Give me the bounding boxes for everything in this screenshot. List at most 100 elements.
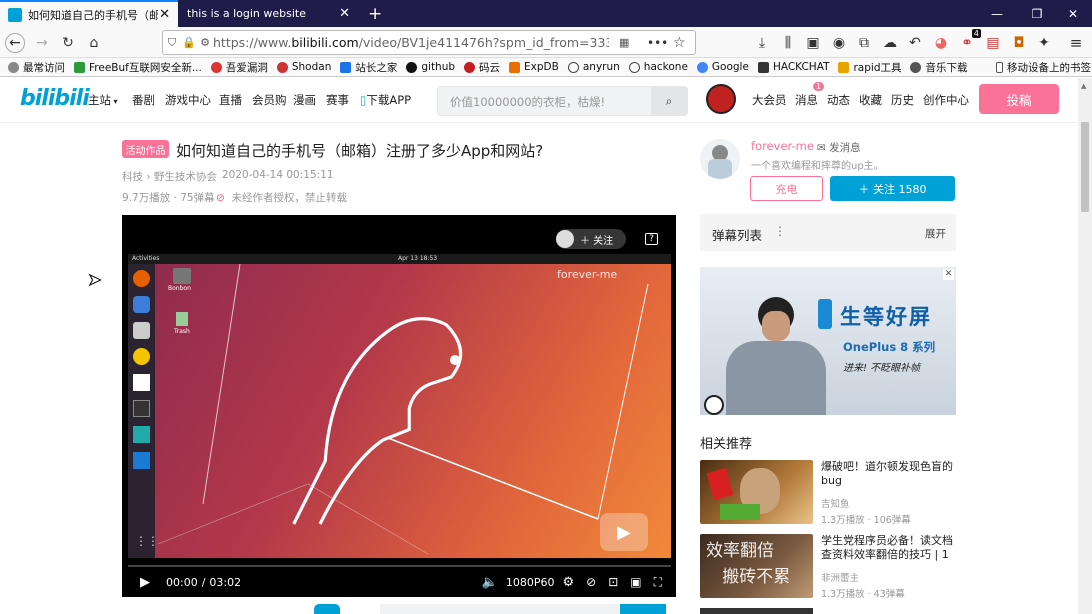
bookmark-star-icon[interactable]: ☆	[673, 35, 691, 51]
library-icon[interactable]: ⫼	[778, 33, 798, 53]
related-thumbnail[interactable]: 效率翻倍 搬砖不累	[700, 534, 813, 598]
tab-login[interactable]: this is a login website ✕	[179, 0, 358, 27]
nav-dynamics[interactable]: 动态	[827, 92, 850, 108]
url-text[interactable]: https://www.bilibili.com/video/BV1je4114…	[213, 35, 609, 50]
wide-mode-icon[interactable]: ⊡	[608, 575, 618, 589]
settings-icon[interactable]: ⚙	[562, 575, 574, 590]
download-icon[interactable]: ⤓	[752, 33, 772, 53]
back-icon[interactable]: ←	[5, 33, 25, 53]
page-actions-icon[interactable]: •••	[647, 36, 668, 50]
close-tab-icon[interactable]: ✕	[159, 7, 170, 22]
qr-code-icon[interactable]: ▦	[619, 36, 635, 49]
nav-events[interactable]: 赛事	[326, 92, 349, 108]
nav-game-center[interactable]: 游戏中心	[165, 92, 211, 108]
nav-main[interactable]: 主站 ▾	[88, 92, 118, 108]
nav-download-app[interactable]: ▯下载APP	[360, 92, 411, 108]
related-thumbnail[interactable]	[700, 460, 813, 524]
search-box[interactable]: 价值10000000的衣柜，枯燥! ⌕	[437, 86, 688, 116]
mobile-bookmarks[interactable]: 移动设备上的书签	[996, 60, 1091, 75]
reload-icon[interactable]: ↻	[58, 33, 78, 53]
send-danmaku-button[interactable]	[620, 604, 666, 614]
related-thumbnail[interactable]	[700, 608, 813, 614]
bookmark-item[interactable]: rapid工具	[838, 60, 901, 75]
user-avatar[interactable]	[706, 84, 736, 114]
send-message-link[interactable]: ✉ 发消息	[817, 140, 861, 155]
nav-favorites[interactable]: 收藏	[859, 92, 882, 108]
permissions-icon[interactable]: ⚙	[197, 36, 213, 49]
close-ad-icon[interactable]: ✕	[943, 269, 954, 280]
scroll-up-icon[interactable]: ▲	[1081, 82, 1086, 90]
bookmark-item[interactable]: github	[406, 61, 455, 73]
bookmark-item[interactable]: 码云	[464, 60, 500, 75]
sidebar-icon[interactable]: ▣	[803, 33, 823, 53]
nav-messages[interactable]: 消息 1	[795, 82, 825, 108]
tab-bilibili[interactable]: 如何知道自己的手机号（邮箱） ✕	[0, 0, 178, 27]
nav-manga[interactable]: 漫画	[293, 92, 316, 108]
menu-icon[interactable]: ≡	[1066, 33, 1086, 53]
bookmark-item[interactable]: Shodan	[276, 61, 331, 73]
bookmark-item[interactable]: anyrun	[567, 61, 620, 73]
extension-ublock-icon[interactable]: ◘	[1009, 33, 1029, 53]
forward-icon[interactable]: →	[32, 33, 52, 53]
new-tab-button[interactable]: +	[360, 0, 388, 27]
uploader-name[interactable]: forever-me	[751, 139, 814, 153]
close-window-icon[interactable]: ✕	[1052, 0, 1092, 27]
url-bar[interactable]: ⛉ 🔒 ⚙ https://www.bilibili.com/video/BV1…	[162, 30, 696, 55]
bookmark-item[interactable]: Google	[696, 61, 749, 73]
play-icon[interactable]: ▶	[140, 575, 150, 590]
minimize-icon[interactable]: —	[976, 0, 1018, 27]
bookmark-item[interactable]: 站长之家	[340, 60, 397, 75]
volume-icon[interactable]: 🔈	[482, 575, 498, 590]
bookmark-item[interactable]: 吾爱漏洞	[210, 60, 268, 75]
more-icon[interactable]: ⋮	[774, 224, 786, 238]
lock-icon[interactable]: 🔒	[181, 36, 197, 49]
extension-puzzle-icon[interactable]: ✦	[1034, 33, 1054, 53]
bookmark-item[interactable]: 最常访问	[8, 60, 65, 75]
account-icon[interactable]: ◉	[829, 33, 849, 53]
advertisement-banner[interactable]: 生等好屏 OnePlus 8 系列 进来! 不眨眼补帧 ✕	[700, 267, 956, 415]
extension-icon[interactable]: ◕	[931, 33, 951, 53]
bookmark-item[interactable]: ExpDB	[509, 61, 559, 73]
fullscreen-icon[interactable]: ⛶	[654, 575, 662, 590]
nav-vip[interactable]: 大会员	[752, 92, 787, 108]
play-overlay-icon[interactable]: ▶	[600, 513, 648, 551]
nav-history[interactable]: 历史	[891, 92, 914, 108]
related-author[interactable]: 吉知鱼	[821, 496, 850, 510]
scrollbar-thumb[interactable]	[1081, 122, 1089, 212]
danmaku-toggle-icon[interactable]: ⊘	[586, 575, 596, 589]
danmaku-list-panel[interactable]: 弹幕列表 ⋮ 展开	[700, 214, 956, 251]
screenshot-icon[interactable]: ⧉	[854, 33, 874, 53]
contribute-button[interactable]: 投稿	[979, 84, 1059, 114]
charge-button[interactable]: 充电	[750, 176, 823, 201]
web-fullscreen-icon[interactable]: ▣	[630, 575, 641, 589]
follow-button[interactable]: ＋ 关注 1580	[830, 176, 955, 201]
video-category[interactable]: 科技 › 野生技术协会	[122, 169, 217, 184]
search-input[interactable]: 价值10000000的衣柜，枯燥!	[450, 94, 605, 110]
help-icon[interactable]: ?	[645, 233, 658, 245]
shield-icon[interactable]: ⛉	[163, 36, 181, 50]
video-player[interactable]: ＋ 关注 ? Activities Apr 13 18:53 ⋮⋮ Bonbon…	[122, 215, 676, 597]
player-follow-button[interactable]: ＋ 关注	[556, 229, 626, 249]
close-tab-icon[interactable]: ✕	[339, 6, 350, 21]
quality-selector[interactable]: 1080P60	[506, 576, 555, 589]
related-item[interactable]: 爆破吧！道尔顿发现色盲的bug 吉知鱼 1.3万播放 · 106弹幕	[700, 460, 956, 526]
danmaku-input[interactable]	[380, 604, 620, 614]
chat-icon[interactable]: ☁	[880, 33, 900, 53]
bookmark-item[interactable]: FreeBuf互联网安全新...	[74, 60, 202, 75]
bookmark-item[interactable]: HACKCHAT	[757, 61, 829, 73]
extension-downloads-icon[interactable]: ⚭ 4	[957, 29, 981, 53]
bookmark-item[interactable]: 音乐下载	[910, 60, 967, 75]
uploader-avatar[interactable]	[700, 139, 740, 179]
bookmark-item[interactable]: hackone	[628, 61, 688, 73]
related-video-title[interactable]: 爆破吧！道尔顿发现色盲的bug	[821, 460, 956, 488]
page-scrollbar[interactable]: ▲	[1078, 78, 1092, 614]
nav-creator-center[interactable]: 创作中心	[923, 92, 969, 108]
bilibili-logo[interactable]: bilibili	[20, 86, 90, 111]
home-icon[interactable]: ⌂	[84, 33, 104, 53]
search-icon[interactable]: ⌕	[651, 87, 687, 115]
nav-bangumi[interactable]: 番剧	[132, 92, 155, 108]
extension-translate-icon[interactable]: ▤	[983, 33, 1003, 53]
expand-button[interactable]: 展开	[925, 226, 946, 241]
nav-member-shop[interactable]: 会员购	[252, 92, 287, 108]
nav-live[interactable]: 直播	[219, 92, 242, 108]
